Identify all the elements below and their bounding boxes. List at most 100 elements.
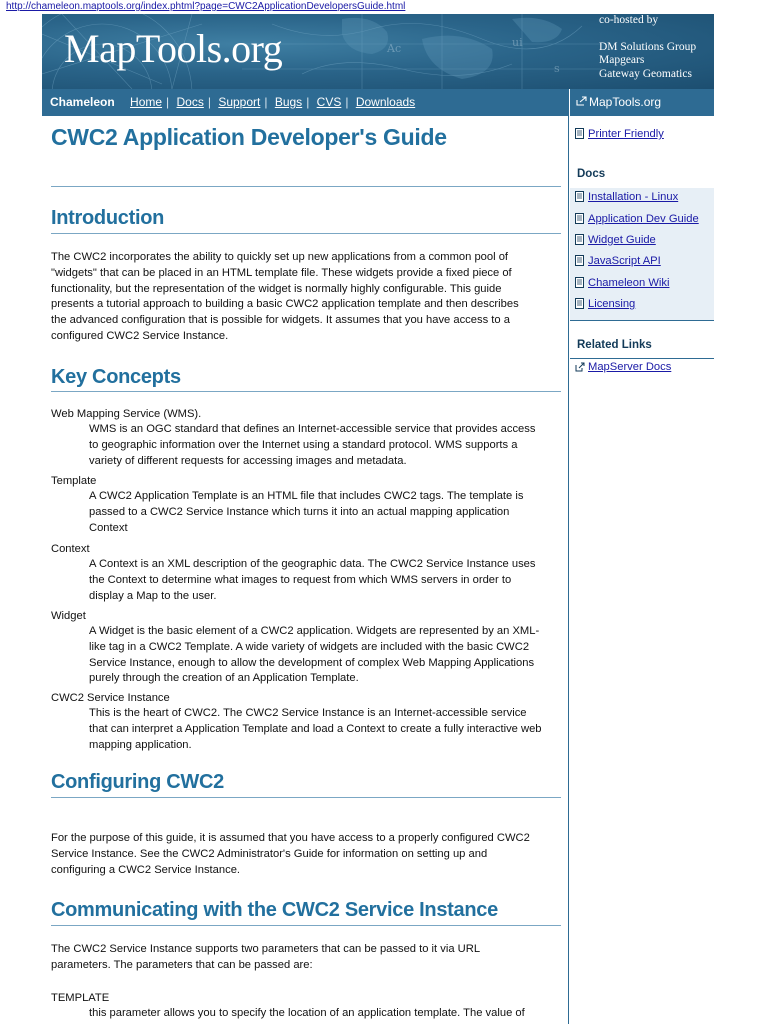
text-line: For the purpose of this guide, it is ass… — [51, 832, 530, 844]
nav-separator: | — [306, 95, 310, 109]
text-line: presents a tutorial approach to building… — [51, 298, 519, 311]
definition-wms: WMS is an OGC standard that defines an I… — [89, 422, 561, 469]
docs-link-app-dev-guide[interactable]: Application Dev Guide — [588, 213, 699, 225]
docs-item[interactable]: Widget Guide — [575, 234, 656, 246]
term-context: Context — [51, 543, 90, 555]
docs-link-javascript-api[interactable]: JavaScript API — [588, 255, 661, 267]
title-rule — [51, 186, 561, 187]
nav-bugs[interactable]: Bugs — [275, 95, 302, 109]
partner-mapgears[interactable]: Mapgears — [599, 54, 696, 68]
term-widget: Widget — [51, 610, 86, 622]
text-line: mapping application. — [89, 738, 192, 751]
page-url-link[interactable]: http://chameleon.maptools.org/index.phtm… — [6, 1, 405, 12]
term-service-instance: CWC2 Service Instance — [51, 692, 170, 704]
maptools-nav[interactable]: MapTools.org — [570, 89, 714, 116]
text-line: Service Instance. See the CWC2 Administr… — [51, 847, 488, 860]
text-line: The CWC2 Service Instance supports two p… — [51, 943, 481, 955]
top-nav: Chameleon Home | Docs | Support | Bugs | CVS… — [42, 89, 569, 116]
related-item[interactable]: MapServer Docs — [575, 361, 671, 373]
text-line: passed to a CWC2 Service Instance which … — [89, 505, 510, 518]
text-line: the Context to determine what images to … — [89, 573, 512, 586]
document-icon — [575, 277, 584, 288]
heading-introduction: Introduction — [51, 207, 165, 229]
partner-dmsolutions[interactable]: DM Solutions Group — [599, 41, 696, 55]
config-paragraph: For the purpose of this guide, it is ass… — [51, 831, 561, 878]
text-line: A CWC2 Application Template is an HTML f… — [89, 490, 524, 502]
site-banner: Ac ui s MapTools.org co-hosted by DM Solut… — [42, 14, 714, 89]
nav-support[interactable]: Support — [218, 95, 260, 109]
docs-item[interactable]: Installation - Linux — [575, 191, 678, 203]
nav-separator: | — [166, 95, 170, 109]
external-link-icon — [576, 90, 587, 117]
site-logo[interactable]: MapTools.org — [64, 25, 283, 73]
term-template-param: TEMPLATE — [51, 992, 110, 1004]
docs-item[interactable]: Application Dev Guide — [575, 213, 699, 225]
text-line: The CWC2 incorporates the ability to qui… — [51, 251, 509, 263]
related-link-mapserver-docs[interactable]: MapServer Docs — [588, 361, 671, 373]
definition-template-param: this parameter allows you to specify the… — [89, 1006, 561, 1022]
cohosted-block: co-hosted by DM Solutions Group Mapgears… — [599, 14, 696, 81]
text-line: "widgets" that can be placed in an HTML … — [51, 266, 512, 279]
page-title: CWC2 Application Developer's Guide — [51, 124, 447, 150]
svg-text:Ac: Ac — [386, 42, 401, 55]
heading-key-concepts: Key Concepts — [51, 366, 181, 388]
definition-context: A Context is an XML description of the g… — [89, 557, 561, 604]
nav-downloads[interactable]: Downloads — [356, 95, 415, 109]
nav-separator: | — [264, 95, 268, 109]
text-line: this parameter allows you to specify the… — [89, 1007, 525, 1019]
printer-friendly-item[interactable]: Printer Friendly — [575, 128, 664, 140]
nav-separator: | — [207, 95, 211, 109]
intro-paragraph: The CWC2 incorporates the ability to qui… — [51, 250, 561, 345]
text-line: parameters. The parameters that can be p… — [51, 958, 313, 971]
section-rule — [51, 797, 561, 798]
term-wms: Web Mapping Service (WMS). — [51, 408, 202, 420]
text-line: purely through the creation of an Applic… — [89, 672, 359, 685]
docs-link-chameleon-wiki[interactable]: Chameleon Wiki — [588, 277, 669, 289]
text-line: A Context is an XML description of the g… — [89, 558, 536, 570]
printer-icon — [575, 128, 584, 139]
printer-friendly-link[interactable]: Printer Friendly — [588, 128, 664, 140]
term-template: Template — [51, 475, 97, 487]
docs-bottom-rule — [570, 320, 714, 321]
document-icon — [575, 298, 584, 309]
nav-cvs[interactable]: CVS — [317, 95, 342, 109]
text-line: WMS is an OGC standard that defines an I… — [89, 423, 536, 435]
text-line: configuring a CWC2 Service Instance. — [51, 863, 241, 876]
text-line: like tag in a CWC2 Template. A wide vari… — [89, 640, 530, 653]
docs-item[interactable]: JavaScript API — [575, 255, 661, 267]
text-line: to geographic information over the Inter… — [89, 438, 518, 451]
text-line: display a Map to the user. — [89, 589, 217, 602]
svg-text:ui: ui — [512, 36, 523, 49]
document-icon — [575, 255, 584, 266]
nav-separator: | — [345, 95, 349, 109]
cohosted-label: co-hosted by — [599, 14, 659, 26]
comm-paragraph: The CWC2 Service Instance supports two p… — [51, 942, 561, 974]
text-line: Context — [89, 521, 128, 534]
docs-item[interactable]: Chameleon Wiki — [575, 277, 669, 289]
heading-communicating: Communicating with the CWC2 Service Inst… — [51, 899, 498, 921]
page-url: http://chameleon.maptools.org/index.phtm… — [6, 0, 405, 13]
docs-link-widget-guide[interactable]: Widget Guide — [588, 234, 656, 246]
external-link-icon — [575, 362, 585, 373]
document-icon — [575, 191, 584, 202]
sidebar-divider — [568, 116, 569, 1024]
text-line: that can interpret a Application Templat… — [89, 722, 542, 735]
section-rule — [51, 925, 561, 926]
maptools-link[interactable]: MapTools.org — [589, 95, 661, 109]
related-rule — [570, 358, 714, 359]
docs-link-licensing[interactable]: Licensing — [588, 298, 635, 310]
text-line: configured CWC2 Service Instance. — [51, 329, 229, 342]
docs-link-installation[interactable]: Installation - Linux — [588, 191, 678, 203]
docs-heading: Docs — [577, 168, 606, 180]
definition-service-instance: This is the heart of CWC2. The CWC2 Serv… — [89, 706, 561, 753]
nav-home[interactable]: Home — [130, 95, 162, 109]
document-icon — [575, 213, 584, 224]
svg-text:s: s — [554, 62, 560, 75]
text-line: This is the heart of CWC2. The CWC2 Serv… — [89, 707, 527, 719]
docs-item[interactable]: Licensing — [575, 298, 635, 310]
nav-docs[interactable]: Docs — [177, 95, 204, 109]
definition-widget: A Widget is the basic element of a CWC2 … — [89, 624, 561, 687]
related-links-heading: Related Links — [577, 339, 652, 351]
text-line: A Widget is the basic element of a CWC2 … — [89, 625, 540, 637]
partner-gateway[interactable]: Gateway Geomatics — [599, 68, 696, 82]
